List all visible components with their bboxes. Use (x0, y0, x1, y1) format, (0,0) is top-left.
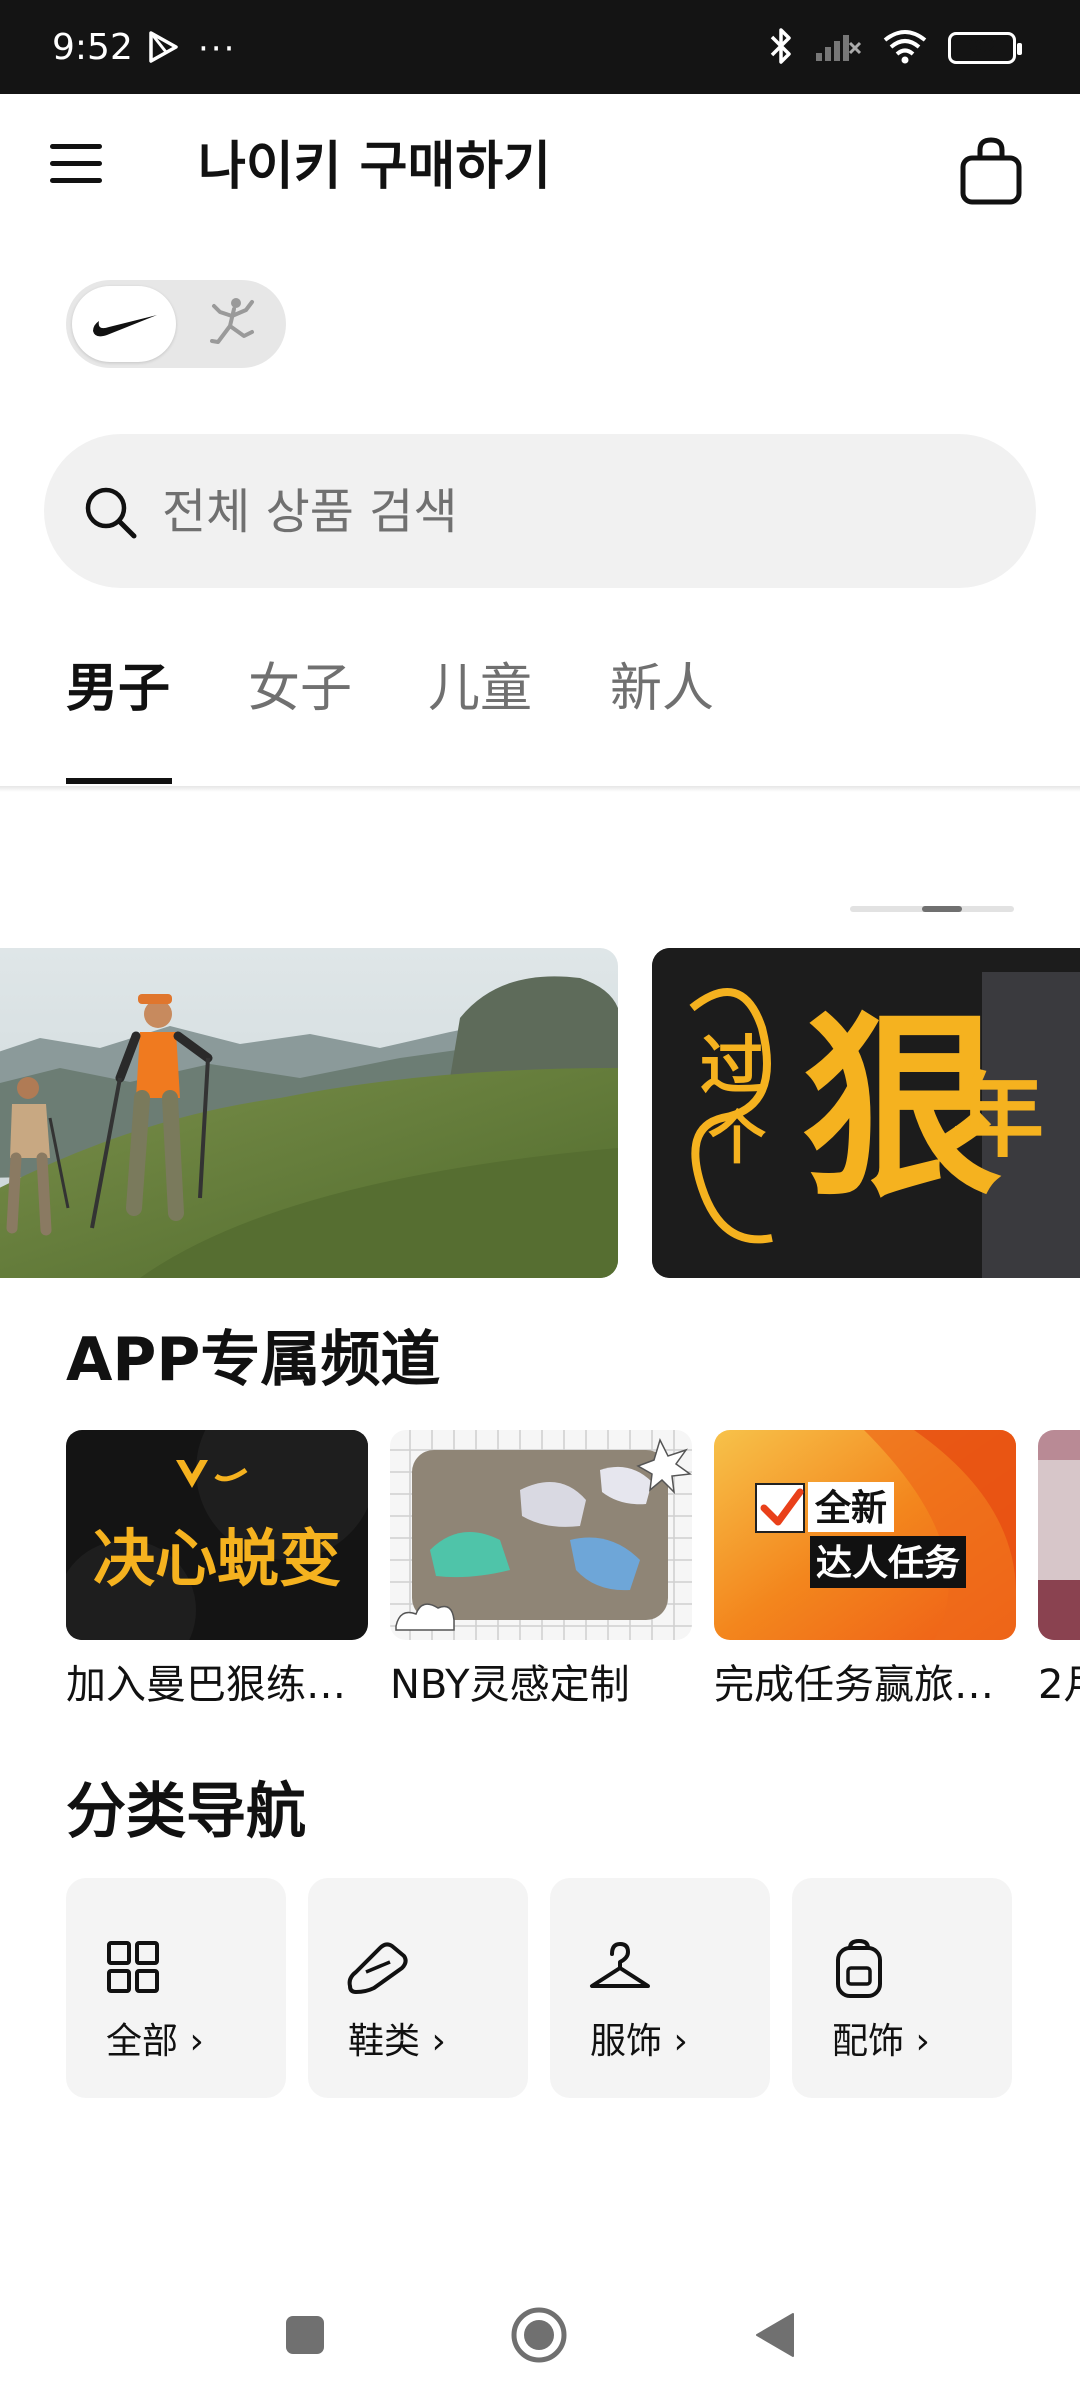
channel-thumb-text-mamba: 决心蜕变 (93, 1522, 341, 1595)
home-circle-icon[interactable] (504, 2300, 574, 2370)
hiking-banner[interactable] (0, 948, 618, 1278)
backpack-icon (830, 1938, 888, 1998)
chevron-right-icon: › (915, 2021, 930, 2062)
channels-title: APP专属频道 (66, 1325, 441, 1395)
tab-women[interactable]: 女子 (248, 654, 352, 724)
svg-text:过: 过 (700, 1030, 764, 1104)
play-store-icon (146, 30, 180, 68)
channel-card-mamba[interactable]: 决心蜕变 加入曼巴狠练… (66, 1430, 368, 1712)
chevron-right-icon: › (673, 2021, 688, 2062)
channel-label-february: 2月 (1038, 1662, 1080, 1708)
status-bar: 9:52 ··· 92 (0, 0, 1080, 94)
channel-thumb-nby (390, 1430, 692, 1640)
channel-card-february[interactable]: 2月 (1038, 1430, 1080, 1712)
hanger-icon (588, 1938, 650, 1996)
recents-square-icon[interactable] (270, 2300, 340, 2370)
snake-year-banner[interactable]: 狠 过 个 年 (652, 948, 1080, 1278)
channel-label-nby: NBY灵感定制 (390, 1662, 630, 1708)
channel-thumb-tasks: 全新 达人任务 (714, 1430, 1016, 1640)
category-shoes[interactable]: 鞋类 › (308, 1878, 528, 2098)
tabs-divider (0, 786, 1080, 792)
status-time: 9:52 (52, 27, 133, 68)
bluetooth-icon (768, 26, 794, 70)
app-header: 나이키 구매하기 (0, 94, 1080, 244)
battery-icon: 92 (948, 32, 1022, 64)
chevron-right-icon: › (431, 2021, 446, 2062)
tab-men[interactable]: 男子 (66, 654, 170, 724)
tab-indicator (66, 778, 172, 784)
brand-toggle[interactable] (66, 280, 286, 368)
page-title: 나이키 구매하기 (198, 137, 551, 197)
channel-card-nby[interactable]: NBY灵感定制 (390, 1430, 692, 1712)
category-all-label: 全部 › (106, 2021, 204, 2062)
system-nav-bar (0, 2270, 1080, 2400)
svg-text:年: 年 (952, 1063, 1044, 1170)
search-icon (82, 484, 140, 542)
channel-thumb-text-task: 达人任务 (816, 1543, 960, 1584)
category-shoes-label: 鞋类 › (348, 2021, 446, 2062)
signal-icon (814, 29, 862, 67)
category-all[interactable]: 全部 › (66, 1878, 286, 2098)
carousel-pager (850, 906, 1014, 912)
status-left-icons: ··· (146, 30, 236, 68)
back-triangle-icon[interactable] (740, 2300, 810, 2370)
category-accessories-label: 配饰 › (832, 2021, 930, 2062)
channel-card-tasks[interactable]: 全新 达人任务 完成任务赢旅… (714, 1430, 1016, 1712)
tab-new-member[interactable]: 新人 (610, 654, 714, 724)
nike-swoosh-icon[interactable] (72, 286, 176, 362)
channel-thumb-text-new: 全新 (814, 1487, 887, 1529)
channel-thumb-mamba: 决心蜕变 (66, 1430, 368, 1640)
channel-thumb-february (1038, 1430, 1080, 1640)
carousel-pager-active (922, 906, 962, 912)
hamburger-menu-icon[interactable] (46, 144, 106, 194)
shoe-icon (346, 1938, 408, 1996)
search-input[interactable]: 전체 상품 검색 (44, 434, 1036, 588)
channel-label-tasks: 完成任务赢旅… (714, 1662, 994, 1708)
shopping-bag-icon[interactable] (958, 136, 1024, 206)
search-placeholder: 전체 상품 검색 (162, 484, 458, 540)
category-apparel[interactable]: 服饰 › (550, 1878, 770, 2098)
overflow-dots: ··· (198, 29, 237, 69)
channel-label-mamba: 加入曼巴狠练… (66, 1662, 346, 1708)
categories-title: 分类导航 (66, 1777, 306, 1847)
category-accessories[interactable]: 配饰 › (792, 1878, 1012, 2098)
tab-kids[interactable]: 儿童 (428, 654, 532, 724)
category-apparel-label: 服饰 › (590, 2021, 688, 2062)
status-right-icons: 92 (768, 26, 1022, 70)
chevron-right-icon: › (189, 2021, 204, 2062)
battery-level: 92 (968, 36, 996, 60)
category-tabs: 男子 女子 儿童 新人 (0, 640, 1080, 790)
grid-icon (104, 1938, 162, 1996)
wifi-icon (882, 28, 928, 68)
svg-text:个: 个 (708, 1104, 766, 1172)
jordan-jumpman-icon[interactable] (200, 292, 264, 356)
